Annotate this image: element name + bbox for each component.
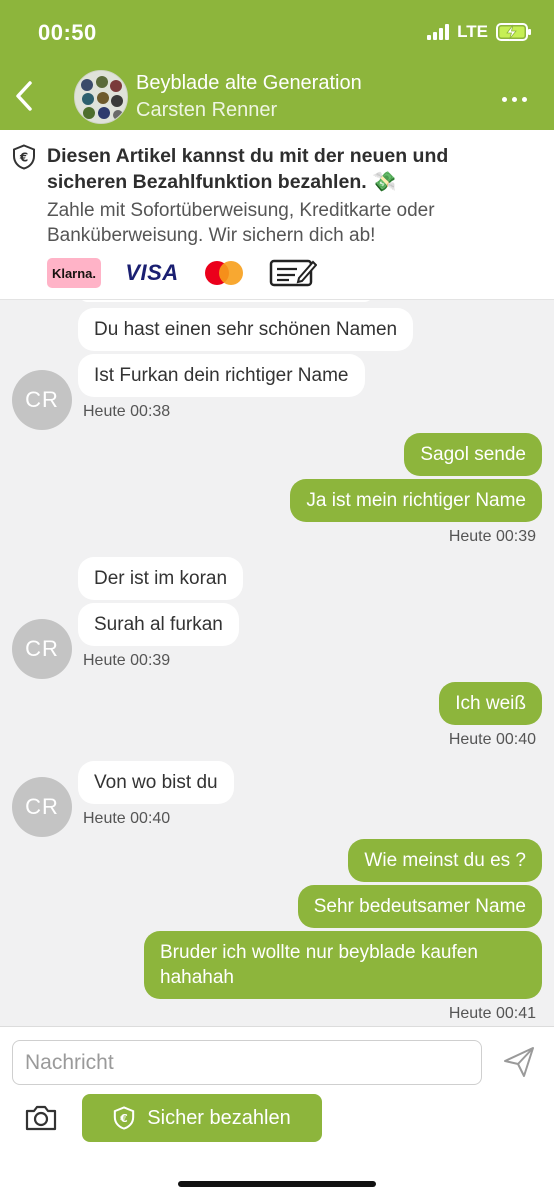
svg-text:€: € [19, 151, 28, 165]
seller-name[interactable]: Carsten Renner [136, 99, 277, 122]
banner-title: Diesen Artikel kannst du mit der neuen u… [47, 145, 449, 193]
more-dot-icon [511, 96, 517, 102]
secure-pay-label: Sicher bezahlen [147, 1106, 291, 1129]
status-bar: 00:50 LTE [0, 0, 554, 64]
beyblade-photo-icon [75, 71, 127, 123]
message-timestamp: Heute 00:41 [448, 1005, 536, 1022]
outgoing-message: Ich weiß [439, 682, 542, 725]
avatar[interactable]: CR [12, 370, 72, 430]
incoming-message: Der ist im koran [78, 557, 244, 600]
message-input[interactable] [12, 1040, 482, 1085]
mastercard-logo [203, 258, 247, 288]
back-button[interactable] [6, 74, 42, 118]
composer: € Sicher bezahlen [0, 1026, 554, 1200]
message-timestamp: Heute 00:38 [83, 403, 171, 420]
euro-shield-icon: € [114, 1106, 135, 1130]
bank-transfer-icon [269, 259, 317, 287]
outgoing-message: Ja ist mein richtiger Name [290, 479, 542, 522]
visa-logo: VISA [125, 260, 179, 285]
secure-pay-button[interactable]: € Sicher bezahlen [82, 1094, 322, 1142]
svg-text:€: € [119, 1112, 128, 1125]
more-options-button[interactable] [496, 84, 532, 114]
message-timestamp: Heute 00:39 [448, 528, 536, 545]
outgoing-message: Bruder ich wollte nur beyblade kaufen ha… [144, 931, 542, 999]
message-list[interactable]: Du hast einen sehr schönen Namen Ist Fur… [0, 300, 554, 1026]
network-type: LTE [457, 22, 488, 41]
avatar[interactable]: CR [12, 777, 72, 837]
incoming-message: Von wo bist du [78, 761, 234, 804]
camera-icon[interactable] [24, 1101, 58, 1135]
more-dot-icon [521, 96, 527, 102]
avatar[interactable]: CR [12, 619, 72, 679]
battery-charging-icon [496, 23, 531, 41]
outgoing-message: Wie meinst du es ? [348, 839, 542, 882]
chevron-left-icon [16, 81, 32, 111]
klarna-logo: Klarna. [47, 258, 101, 288]
payment-method-logos: Klarna. VISA [47, 258, 317, 288]
home-indicator [178, 1181, 376, 1187]
listing-thumbnail[interactable] [74, 70, 128, 124]
euro-shield-icon: € [13, 144, 35, 170]
outgoing-message: Sagol sende [404, 433, 542, 476]
message-timestamp: Heute 00:40 [448, 731, 536, 748]
status-time: 00:50 [38, 20, 97, 45]
more-dot-icon [501, 96, 507, 102]
banner-description: Zahle mit Sofortüberweisung, Kreditkarte… [47, 200, 435, 246]
incoming-message: Du hast einen sehr schönen Namen [78, 308, 414, 351]
secure-payment-banner[interactable]: € Diesen Artikel kannst du mit der neuen… [0, 130, 554, 300]
signal-icon [427, 24, 450, 40]
outgoing-message: Sehr bedeutsamer Name [297, 885, 542, 928]
incoming-message: Surah al furkan [78, 603, 239, 646]
status-indicators: LTE [427, 22, 532, 42]
message-bubble-partial [78, 300, 374, 302]
send-icon[interactable] [502, 1045, 536, 1079]
incoming-message: Ist Furkan dein richtiger Name [78, 354, 365, 397]
listing-title[interactable]: Beyblade alte Generation [136, 72, 362, 95]
message-timestamp: Heute 00:39 [83, 652, 171, 669]
message-timestamp: Heute 00:40 [83, 810, 171, 827]
chat-header: Beyblade alte Generation Carsten Renner [0, 64, 554, 130]
